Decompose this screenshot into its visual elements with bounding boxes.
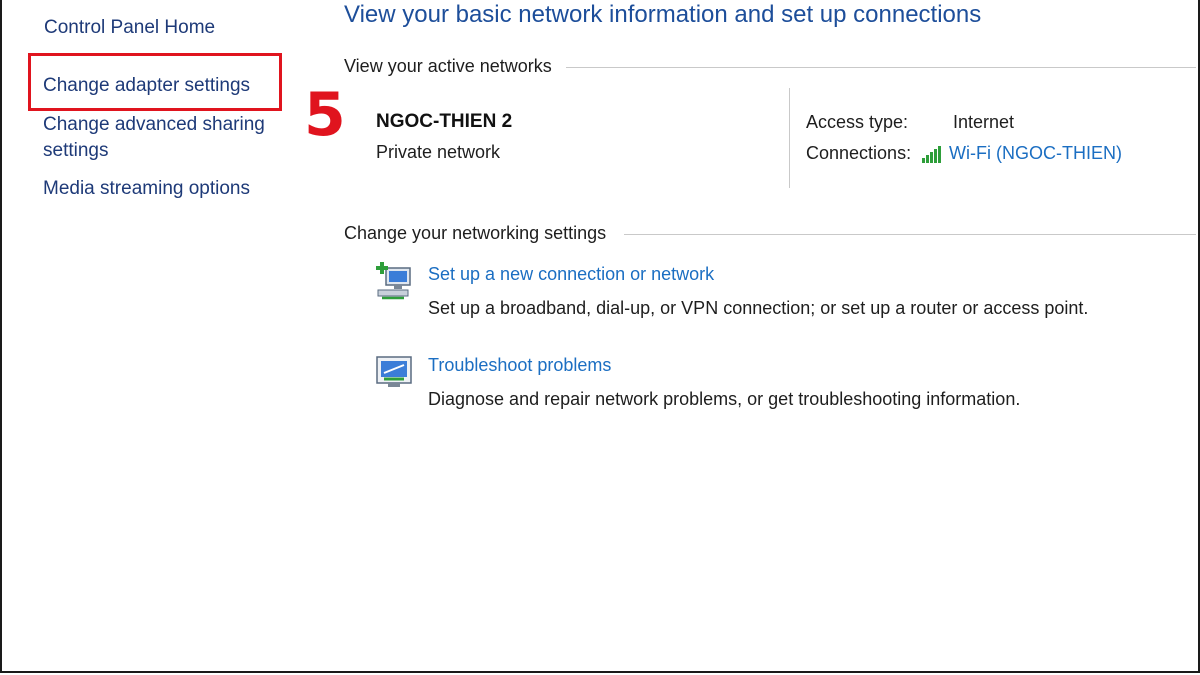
- connections-label: Connections:: [806, 143, 912, 163]
- task-new-connection-description: Set up a broadband, dial-up, or VPN conn…: [428, 298, 1089, 318]
- access-type-value: Internet: [953, 112, 1015, 132]
- section-divider: [624, 234, 1196, 235]
- troubleshoot-icon: [376, 356, 412, 387]
- wifi-signal-icon: [922, 145, 941, 163]
- section-heading-change-settings: Change your networking settings: [344, 223, 607, 243]
- section-divider: [566, 67, 1196, 68]
- page-title: View your basic network information and …: [344, 1, 982, 28]
- new-connection-icon: [376, 262, 411, 300]
- section-heading-active-networks: View your active networks: [344, 56, 552, 76]
- annotation-step-number: 5: [304, 80, 346, 150]
- network-name: NGOC-THIEN 2: [376, 111, 513, 132]
- task-troubleshoot-description: Diagnose and repair network problems, or…: [428, 389, 1021, 409]
- connection-link-label[interactable]: Wi-Fi (NGOC-THIEN): [949, 143, 1122, 164]
- access-type-label: Access type:: [806, 112, 909, 132]
- sidebar-link-media-streaming[interactable]: Media streaming options: [43, 176, 250, 202]
- vertical-divider: [789, 88, 790, 188]
- task-troubleshoot-link[interactable]: Troubleshoot problems: [428, 353, 611, 377]
- task-new-connection-link[interactable]: Set up a new connection or network: [428, 262, 714, 286]
- annotation-highlight-box: [28, 53, 282, 111]
- sidebar-link-control-panel-home[interactable]: Control Panel Home: [44, 15, 215, 41]
- sidebar-link-change-advanced-sharing[interactable]: Change advanced sharing settings: [43, 112, 283, 164]
- network-type: Private network: [376, 142, 501, 162]
- connection-link[interactable]: Wi-Fi (NGOC-THIEN): [922, 143, 1122, 164]
